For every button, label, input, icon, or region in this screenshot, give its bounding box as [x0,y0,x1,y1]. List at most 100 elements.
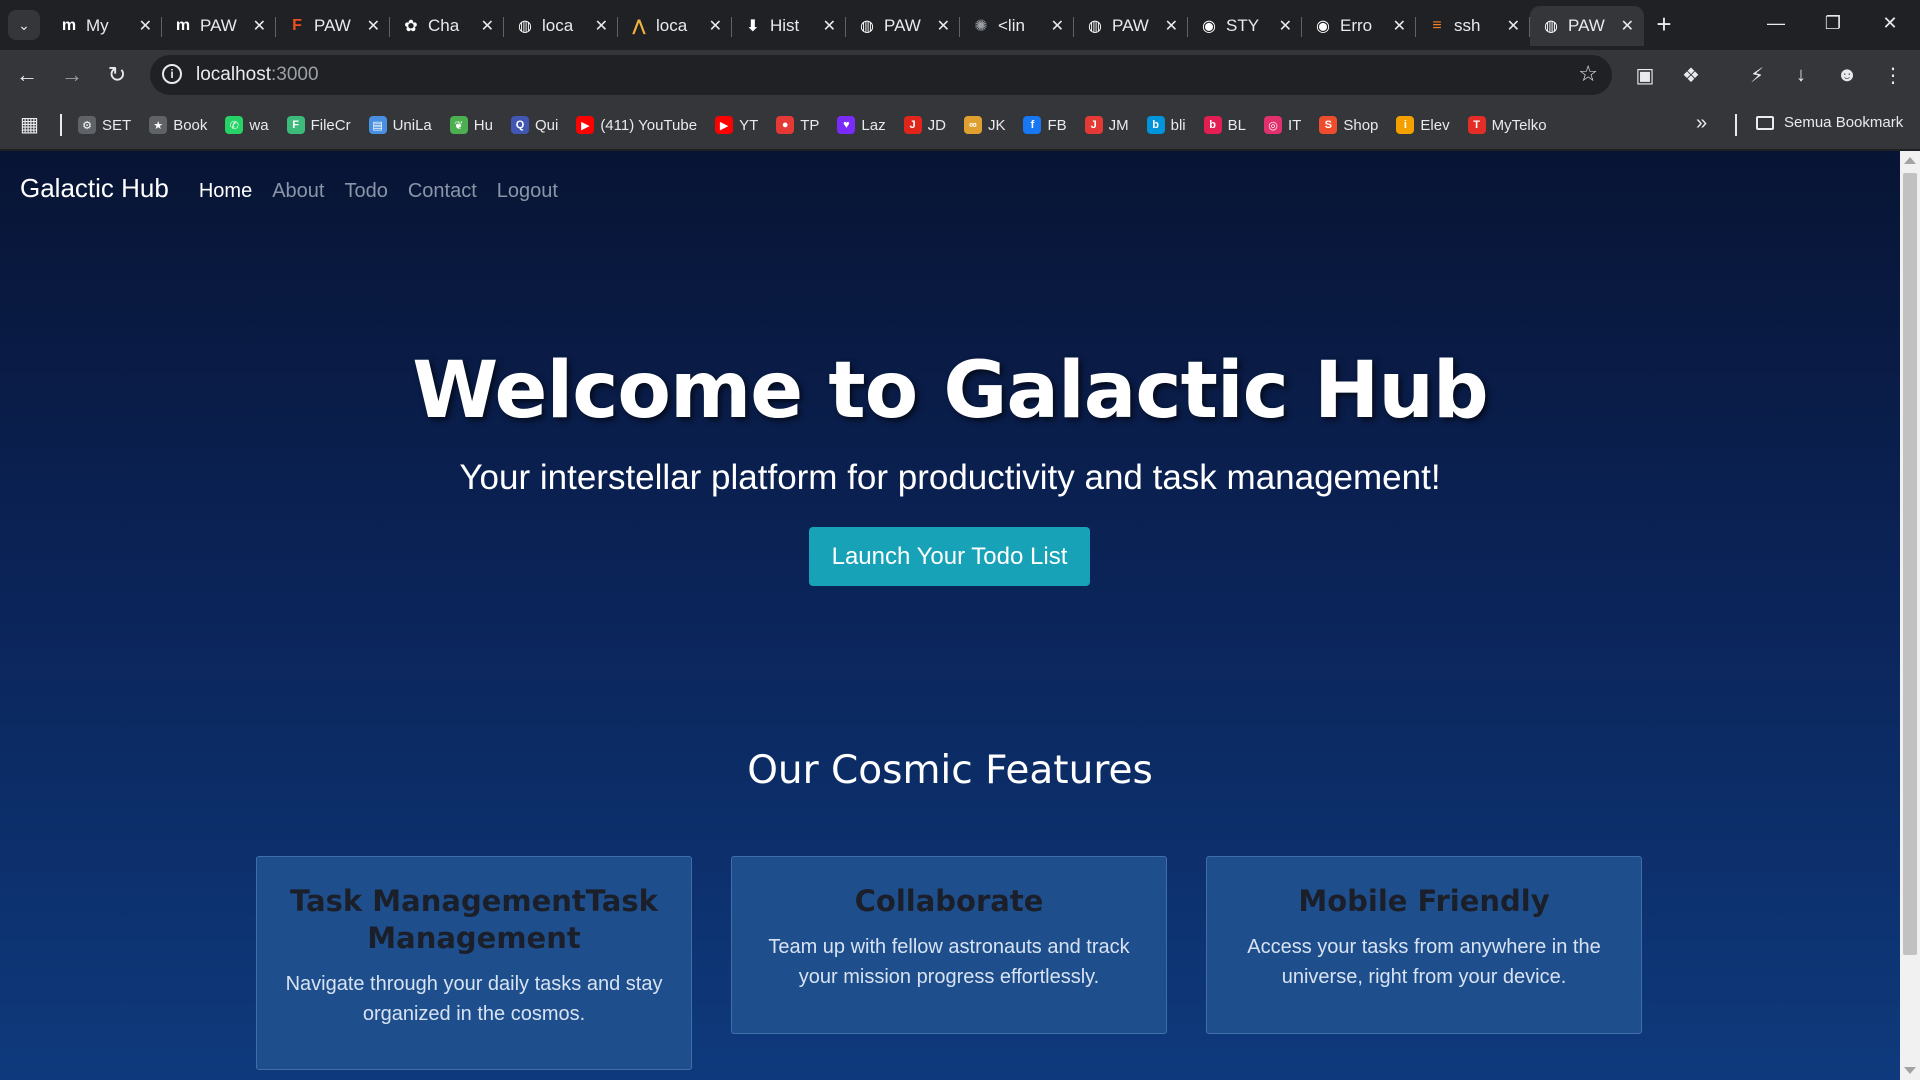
folder-icon [1756,115,1774,130]
feature-card: Mobile Friendly Access your tasks from a… [1206,856,1642,1034]
minimize-button[interactable]: — [1748,0,1804,46]
close-icon[interactable]: ✕ [1507,16,1520,36]
site-info-icon[interactable]: i [162,64,182,84]
avatar[interactable]: ☻ [1832,60,1862,90]
bookmark-item[interactable]: S Shop [1319,116,1378,134]
more-bookmarks-icon[interactable]: » [1696,112,1707,135]
bookmark-star-icon[interactable]: ☆ [1578,61,1598,87]
bookmark-item[interactable]: ● TP [776,116,819,134]
close-icon[interactable]: ✕ [1165,16,1178,36]
page-viewport: Galactic Hub Home About Todo Contact Log… [0,151,1920,1080]
launch-todo-button[interactable]: Launch Your Todo List [809,527,1090,586]
close-icon[interactable]: ✕ [1051,16,1064,36]
tab-title: PAW [200,16,237,35]
bookmarks-bar: ▦ ⚙ SET ★ Book ✆ wa F FileCr ▤ UniLa ❦ Hu Q Qui ▶ (411)… [0,100,1920,150]
tab-4[interactable]: ◍ loca ✕ [504,6,618,46]
close-icon[interactable]: ✕ [481,16,494,36]
tab-0[interactable]: m My ✕ [48,6,162,46]
bookmark-item[interactable]: b BL [1203,116,1246,134]
bookmark-item[interactable]: ✆ wa [225,116,269,134]
close-icon[interactable]: ✕ [1279,16,1292,36]
bookmark-item[interactable]: Q Qui [510,116,558,134]
apps-grid-icon[interactable]: ▦ [20,114,42,136]
close-icon[interactable]: ✕ [139,16,152,36]
bookmark-item[interactable]: ▶ YT [715,116,758,134]
globe-icon: ◍ [1544,18,1558,35]
filecr-icon: F [286,116,305,134]
close-icon[interactable]: ✕ [709,16,722,36]
bookmark-item[interactable]: T MyTelko [1467,116,1547,134]
bookmark-item[interactable]: ⚙ SET [78,116,131,134]
bookmark-label: JM [1108,116,1129,134]
nav-about[interactable]: About [272,180,324,203]
tab-9[interactable]: ◍ PAW ✕ [1074,6,1188,46]
bookmark-item[interactable]: J JM [1084,116,1129,134]
tab-title: Hist [770,16,800,35]
tab-10[interactable]: ◉ STY ✕ [1188,6,1302,46]
tab-6[interactable]: ⬇ Hist ✕ [732,6,846,46]
restore-button[interactable]: ❐ [1805,0,1861,46]
performance-icon[interactable]: ⚡ [1742,60,1772,90]
chatgpt-icon: ✿ [404,18,418,35]
bookmark-item[interactable]: f FB [1023,116,1067,134]
puzzle-icon[interactable]: ❖ [1676,60,1706,90]
tab-12[interactable]: ≡ ssh ✕ [1416,6,1530,46]
close-icon[interactable]: ✕ [937,16,950,36]
bookmark-item[interactable]: ∞ JK [963,116,1005,134]
close-icon[interactable]: ✕ [1393,16,1406,36]
close-icon[interactable]: ✕ [595,16,608,36]
tab-8[interactable]: ✺ <lin ✕ [960,6,1074,46]
tab-title: PAW [884,16,921,35]
jd-icon: J [903,116,922,134]
bookmark-label: Elev [1420,116,1450,134]
tab-5[interactable]: ⋀ loca ✕ [618,6,732,46]
tab-13[interactable]: ◍ PAW ✕ [1530,6,1644,46]
bookmark-item[interactable]: ▶ (411) YouTube [576,116,697,134]
brand-link[interactable]: Galactic Hub [20,173,169,204]
menu-icon[interactable]: ⋮ [1878,60,1908,90]
tab-3[interactable]: ✿ Cha ✕ [390,6,504,46]
bookmarks-divider [60,114,62,136]
scroll-down-arrow-icon[interactable] [1904,1067,1916,1074]
scroll-thumb[interactable] [1903,173,1917,955]
download-icon[interactable]: ↓ [1786,60,1816,90]
nav-logout[interactable]: Logout [497,180,558,203]
close-icon[interactable]: ✕ [823,16,836,36]
close-window-button[interactable]: ✕ [1862,0,1918,46]
forward-button[interactable]: → [55,58,89,92]
tab-1[interactable]: m PAW ✕ [162,6,276,46]
bookmark-item[interactable]: i Elev [1396,116,1450,134]
feature-card: Collaborate Team up with fellow astronau… [731,856,1167,1034]
url-text[interactable]: localhost:3000 [196,64,319,86]
youtube-icon: ▶ [576,116,595,134]
bookmark-item[interactable]: ★ Book [149,116,207,134]
tab-7[interactable]: ◍ PAW ✕ [846,6,960,46]
bookmark-item[interactable]: ♥ Laz [837,116,886,134]
tab-search-button[interactable]: ⌄ [8,10,40,40]
download-icon: ⬇ [746,18,760,35]
m-logo-icon: m [61,17,77,34]
bookmark-item[interactable]: b bli [1146,116,1186,134]
nav-todo[interactable]: Todo [344,180,387,203]
all-bookmarks-button[interactable]: Semua Bookmark [1756,114,1903,131]
close-icon[interactable]: ✕ [253,16,266,36]
bookmark-item[interactable]: F FileCr [286,116,351,134]
address-bar[interactable]: i localhost:3000 ☆ [150,55,1612,95]
scroll-up-arrow-icon[interactable] [1904,157,1916,164]
nav-contact[interactable]: Contact [408,180,477,203]
extension-icon[interactable]: ▣ [1630,60,1660,90]
bookmark-item[interactable]: ❦ Hu [449,116,493,134]
nav-home[interactable]: Home [199,180,252,203]
tab-11[interactable]: ◉ Erro ✕ [1302,6,1416,46]
close-icon[interactable]: ✕ [367,16,380,36]
bookmark-item[interactable]: J JD [903,116,946,134]
page-scrollbar[interactable] [1900,151,1920,1080]
tab-2[interactable]: F PAW ✕ [276,6,390,46]
bookmark-item[interactable]: ◎ IT [1264,116,1301,134]
bookmark-item[interactable]: ▤ UniLa [368,116,432,134]
reload-button[interactable]: ↻ [100,58,134,92]
close-icon[interactable]: ✕ [1621,16,1634,36]
new-tab-button[interactable]: + [1650,9,1678,39]
back-button[interactable]: ← [10,58,44,92]
bookmark-label: MyTelko [1491,116,1547,134]
